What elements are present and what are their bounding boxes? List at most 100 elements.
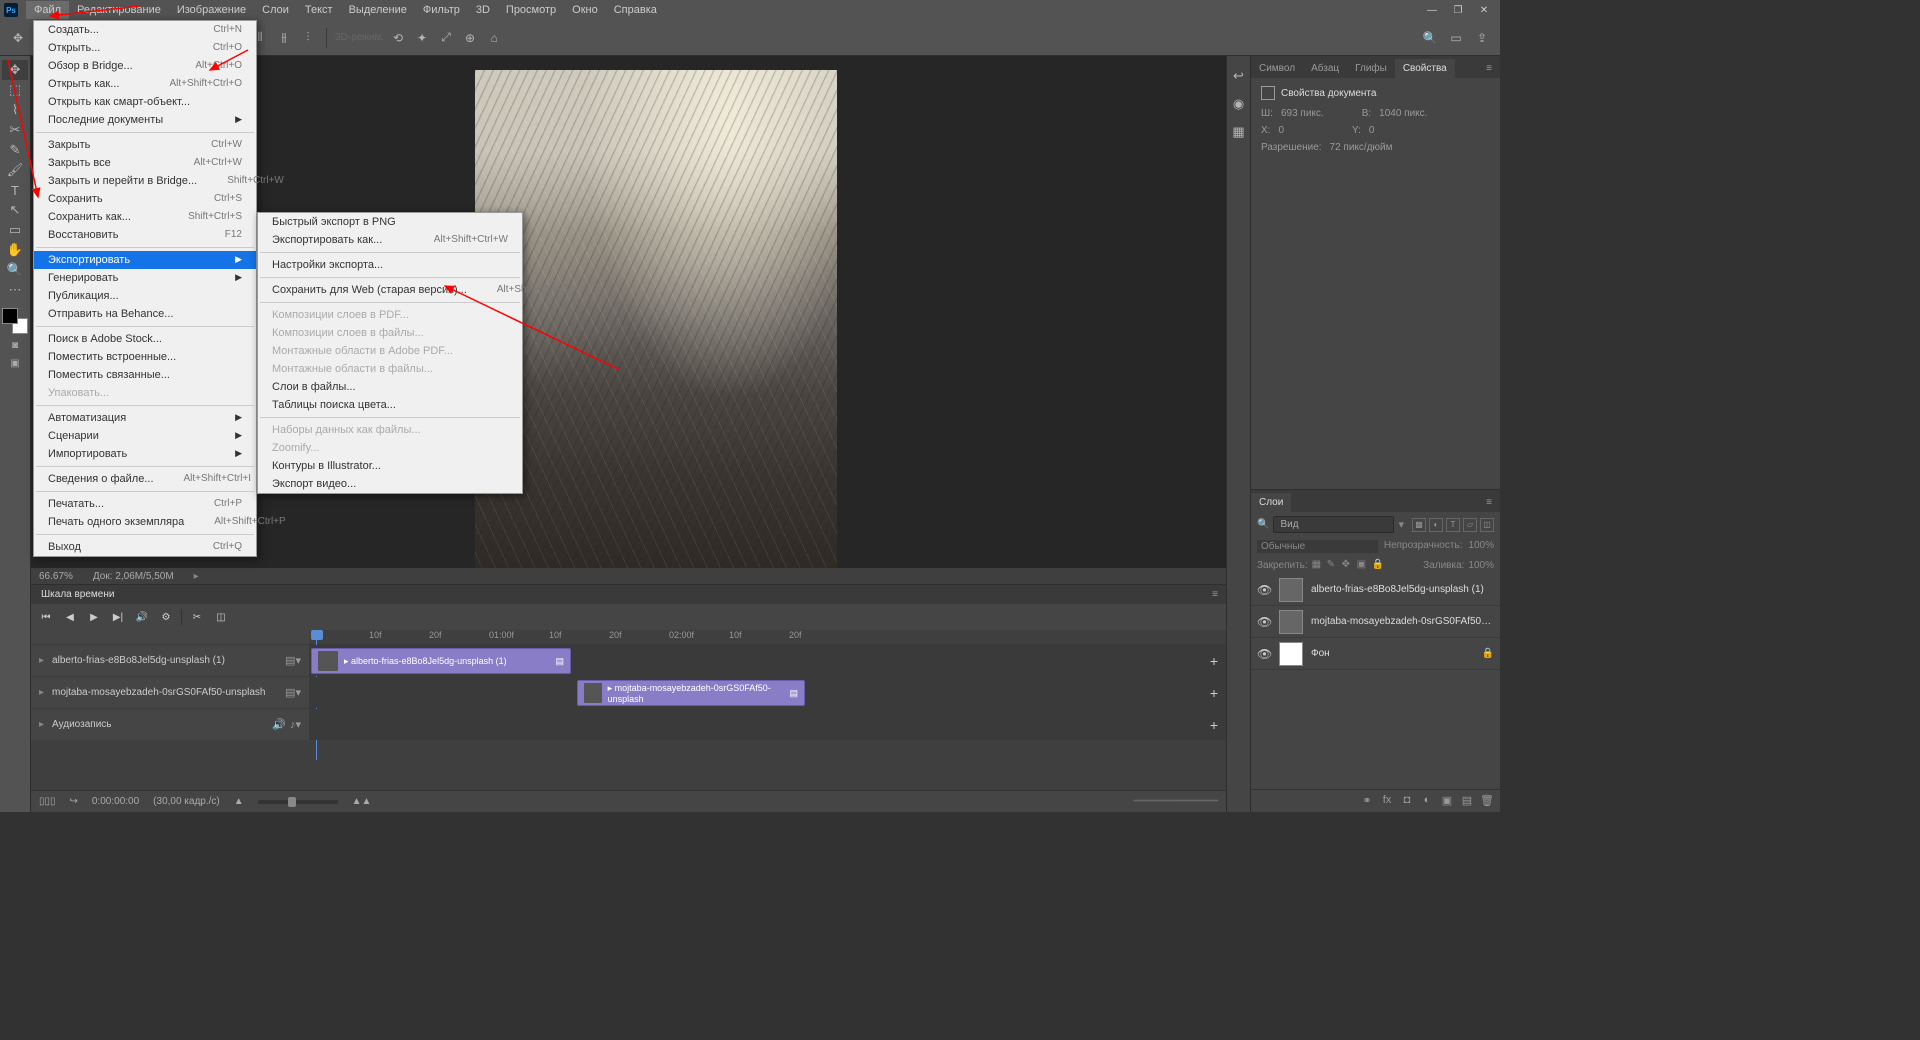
menu-item[interactable]: Автоматизация▶ xyxy=(34,409,256,427)
play-button[interactable]: ▶ xyxy=(85,608,103,626)
search-icon[interactable]: 🔍 xyxy=(1420,28,1440,48)
group-icon[interactable]: ▣ xyxy=(1440,794,1454,808)
menu-фильтр[interactable]: Фильтр xyxy=(415,1,468,19)
menu-item[interactable]: Экспортировать▶ xyxy=(34,251,256,269)
menu-item[interactable]: Сохранить для Web (старая версия)...Alt+… xyxy=(258,281,522,299)
workspace-icon[interactable]: ▭ xyxy=(1446,28,1466,48)
next-frame-button[interactable]: ▶| xyxy=(109,608,127,626)
3d-icon[interactable]: ⟲ xyxy=(388,28,408,48)
panel-menu-icon[interactable]: ≡ xyxy=(1478,493,1500,512)
menu-item[interactable]: Закрыть и перейти в Bridge...Shift+Ctrl+… xyxy=(34,172,256,190)
maximize-button[interactable]: ❐ xyxy=(1446,3,1470,17)
new-layer-icon[interactable]: ▤ xyxy=(1460,794,1474,808)
menu-окно[interactable]: Окно xyxy=(564,1,606,19)
menu-item[interactable]: Публикация... xyxy=(34,287,256,305)
history-icon[interactable]: ↩ xyxy=(1231,68,1247,84)
3d-icon[interactable]: ⤢ xyxy=(436,28,456,48)
menu-текст[interactable]: Текст xyxy=(297,1,341,19)
mute-button[interactable]: 🔊 xyxy=(133,608,151,626)
visibility-icon[interactable]: 👁 xyxy=(1257,647,1271,661)
layer-filter-select[interactable]: Вид xyxy=(1273,516,1394,533)
move-tool-icon[interactable]: ✥ xyxy=(8,28,28,48)
lasso-tool[interactable]: ⌇ xyxy=(2,100,28,120)
zoom-slider[interactable] xyxy=(258,800,338,804)
filter-shape-icon[interactable]: ▱ xyxy=(1463,518,1477,532)
close-button[interactable]: ✕ xyxy=(1472,3,1496,17)
share-icon[interactable]: ⇪ xyxy=(1472,28,1492,48)
timeline-clip[interactable]: ▸ alberto-frias-e8Bo8Jel5dg-unsplash (1)… xyxy=(311,648,571,674)
menu-item[interactable]: Открыть как смарт-объект... xyxy=(34,93,256,111)
menu-файл[interactable]: Файл xyxy=(26,1,69,19)
visibility-icon[interactable]: 👁 xyxy=(1257,615,1271,629)
frame-mode-icon[interactable]: ▯▯▯ xyxy=(39,796,56,807)
crop-tool[interactable]: ✂ xyxy=(2,120,28,140)
menu-изображение[interactable]: Изображение xyxy=(169,1,254,19)
lock-artboard-icon[interactable]: ▣ xyxy=(1357,559,1369,571)
menu-выделение[interactable]: Выделение xyxy=(341,1,415,19)
opacity-value[interactable]: 100% xyxy=(1468,540,1494,553)
menu-item[interactable]: СохранитьCtrl+S xyxy=(34,190,256,208)
menu-item[interactable]: Последние документы▶ xyxy=(34,111,256,129)
distribute-icon[interactable]: ⫵ xyxy=(274,28,294,48)
menu-item[interactable]: ВыходCtrl+Q xyxy=(34,538,256,556)
tab-Глифы[interactable]: Глифы xyxy=(1347,59,1395,78)
swatches-icon[interactable]: ▦ xyxy=(1231,124,1247,140)
menu-item[interactable]: Поместить связанные... xyxy=(34,366,256,384)
menu-item[interactable]: Настройки экспорта... xyxy=(258,256,522,274)
fill-value[interactable]: 100% xyxy=(1468,560,1494,571)
shape-tool[interactable]: ▭ xyxy=(2,220,28,240)
visibility-icon[interactable]: 👁 xyxy=(1257,583,1271,597)
filter-smart-icon[interactable]: ◫ xyxy=(1480,518,1494,532)
panel-menu-icon[interactable]: ≡ xyxy=(1478,59,1500,78)
filter-adjust-icon[interactable]: ◐ xyxy=(1429,518,1443,532)
edit-toolbar[interactable]: ⋯ xyxy=(2,280,28,300)
chevron-icon[interactable]: ▸ xyxy=(39,687,44,698)
menu-item[interactable]: Закрыть всеAlt+Ctrl+W xyxy=(34,154,256,172)
menu-3d[interactable]: 3D xyxy=(468,1,498,19)
type-tool[interactable]: T xyxy=(2,180,28,200)
minimize-button[interactable]: — xyxy=(1420,3,1444,17)
menu-item[interactable]: Печатать...Ctrl+P xyxy=(34,495,256,513)
brush-tool[interactable]: 🖌 xyxy=(2,160,28,180)
menu-слои[interactable]: Слои xyxy=(254,1,297,19)
menu-редактирование[interactable]: Редактирование xyxy=(69,1,169,19)
add-clip-button[interactable]: + xyxy=(1210,653,1218,669)
scrollbar-icon[interactable]: ━━━━━━━━━━━━━━ xyxy=(1134,796,1218,807)
menu-item[interactable]: Быстрый экспорт в PNG xyxy=(258,213,522,231)
zoom-out-icon[interactable]: ▲ xyxy=(234,796,244,807)
track-options-icon[interactable]: ▤▾ xyxy=(285,686,301,699)
menu-item[interactable]: Открыть как...Alt+Shift+Ctrl+O xyxy=(34,75,256,93)
menu-item[interactable]: Экспортировать как...Alt+Shift+Ctrl+W xyxy=(258,231,522,249)
zoom-level[interactable]: 66.67% xyxy=(39,571,73,582)
add-clip-button[interactable]: + xyxy=(1210,717,1218,733)
menu-item[interactable]: Отправить на Behance... xyxy=(34,305,256,323)
split-button[interactable]: ✂ xyxy=(188,608,206,626)
menu-item[interactable]: Сведения о файле...Alt+Shift+Ctrl+I xyxy=(34,470,256,488)
menu-item[interactable]: Сохранить как...Shift+Ctrl+S xyxy=(34,208,256,226)
menu-item[interactable]: Экспорт видео... xyxy=(258,475,522,493)
zoom-tool[interactable]: 🔍 xyxy=(2,260,28,280)
layer-item[interactable]: 👁alberto-frias-e8Bo8Jel5dg-unsplash (1) xyxy=(1251,574,1500,606)
zoom-in-icon[interactable]: ▲▲ xyxy=(352,796,372,807)
playhead[interactable] xyxy=(311,630,323,640)
3d-icon[interactable]: ✦ xyxy=(412,28,432,48)
menu-справка[interactable]: Справка xyxy=(606,1,665,19)
panel-menu-icon[interactable]: ≡ xyxy=(1212,589,1226,600)
layer-item[interactable]: 👁mojtaba-mosayebzadeh-0srGS0FAf50-unspla… xyxy=(1251,606,1500,638)
music-icon[interactable]: ♪▾ xyxy=(290,718,301,731)
menu-item[interactable]: ЗакрытьCtrl+W xyxy=(34,136,256,154)
tab-Свойства[interactable]: Свойства xyxy=(1395,59,1455,78)
blend-mode-select[interactable]: Обычные xyxy=(1257,540,1378,553)
adjustment-layer-icon[interactable]: ◐ xyxy=(1420,794,1434,808)
eyedropper-tool[interactable]: ✎ xyxy=(2,140,28,160)
layers-tab[interactable]: Слои xyxy=(1251,493,1291,512)
color-icon[interactable]: ◉ xyxy=(1231,96,1247,112)
filter-type-icon[interactable]: T xyxy=(1446,518,1460,532)
lock-position-icon[interactable]: ✥ xyxy=(1342,559,1354,571)
path-tool[interactable]: ↖ xyxy=(2,200,28,220)
tab-Символ[interactable]: Символ xyxy=(1251,59,1303,78)
marquee-tool[interactable]: ⬚ xyxy=(2,80,28,100)
lock-all-icon[interactable]: ▦ xyxy=(1312,559,1324,571)
menu-просмотр[interactable]: Просмотр xyxy=(498,1,564,19)
redo-icon[interactable]: ↪ xyxy=(70,796,78,807)
